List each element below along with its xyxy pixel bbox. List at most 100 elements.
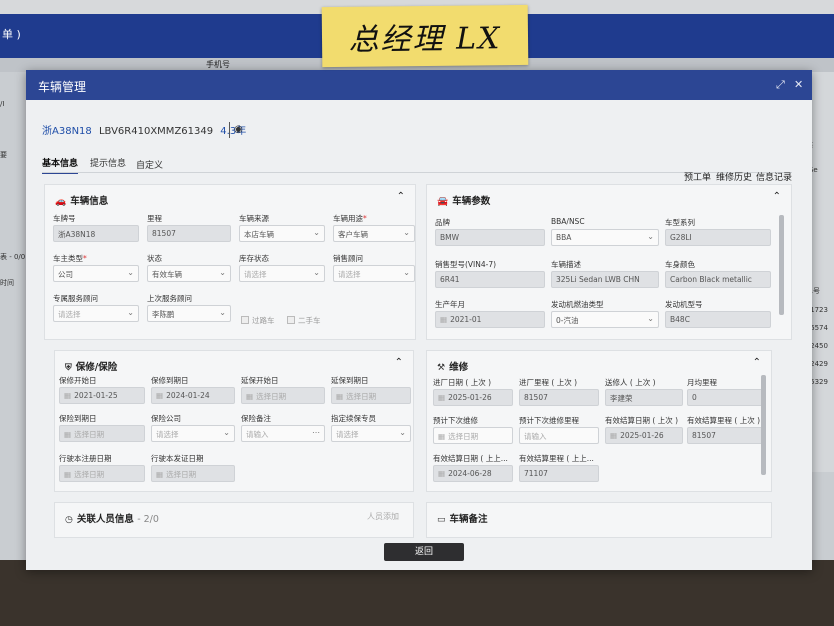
warranty-end-input[interactable]: ▦ 2024-01-24 (151, 387, 235, 404)
sales-model-input[interactable]: 6R41 (435, 271, 545, 288)
clock-icon: ◷ (65, 515, 73, 525)
calendar-icon: ▦ (438, 393, 446, 402)
chevron-down-icon: ⌄ (219, 268, 226, 277)
insurance-company-select[interactable]: 请选择 ⌄ (151, 425, 235, 442)
vehicle-usage-select[interactable]: 客户车辆 ⌄ (333, 225, 415, 242)
renewal-agent-select[interactable]: 请选择 ⌄ (331, 425, 411, 442)
vehicle-info-panel: 🚗 车辆信息 ⌃ 车牌号 浙A38N18 里程 81507 车辆来源 本店车辆 ⌄ … (44, 184, 416, 340)
engine-model-input[interactable]: B48C (665, 311, 771, 328)
ext-warranty-start-input[interactable]: ▦ 选择日期 (241, 387, 325, 404)
model-series-input[interactable]: G28LI (665, 229, 771, 246)
scrollbar[interactable] (761, 375, 766, 475)
repair-history-link[interactable]: 维修历史 (716, 170, 752, 183)
calendar-icon: ▦ (336, 392, 344, 401)
shield-icon: ⛨ (65, 363, 72, 373)
background-left-label: /I (0, 100, 5, 108)
related-persons-panel: ◷ 关联人员信息 - 2/0 人员添加 (54, 502, 414, 538)
chevron-down-icon: ⌄ (127, 308, 134, 317)
vehicle-description-input[interactable]: 325Li Sedan LWB CHN (551, 271, 659, 288)
close-icon[interactable]: ✕ (794, 78, 803, 91)
chevron-down-icon: ⌄ (647, 314, 654, 323)
vehicle-summary: 浙A38N18 LBV6R410XMMZ61349 4.3年 (42, 122, 246, 137)
collapse-icon[interactable]: ⌃ (395, 357, 403, 368)
tab-divider (42, 172, 792, 173)
collapse-icon[interactable]: ⌃ (753, 357, 761, 368)
last-entry-mileage-input[interactable]: 81507 (519, 389, 599, 406)
monthly-mileage-input[interactable]: 0 (687, 389, 765, 406)
vehicle-remark-heading: ▭ 车辆备注 (437, 514, 488, 525)
vehicle-management-dialog: 车辆管理 ⤢ ✕ 浙A38N18 LBV6R410XMMZ61349 4.3年 … (26, 70, 812, 570)
last-sender-input[interactable]: 李建荣 (605, 389, 683, 406)
last-settlement-mileage-input[interactable]: 81507 (687, 427, 765, 444)
transit-vehicle-checkbox[interactable]: 过路车 (241, 315, 275, 326)
used-car-checkbox[interactable]: 二手车 (287, 315, 321, 326)
chevron-down-icon: ⌄ (647, 232, 654, 241)
add-person-button[interactable]: 人员添加 (367, 511, 399, 522)
last-settlement-date-input[interactable]: ▦ 2025-01-26 (605, 427, 683, 444)
calendar-icon: ▦ (440, 315, 448, 324)
scrollbar[interactable] (779, 215, 784, 315)
dialog-title: 车辆管理 (38, 80, 87, 94)
owner-type-select[interactable]: 公司 ⌄ (53, 265, 139, 282)
eye-icon[interactable]: ◉ (234, 124, 243, 135)
status-select[interactable]: 有效车辆 ⌄ (147, 265, 231, 282)
comment-icon: ▭ (437, 515, 446, 525)
car-front-icon: 🚘 (437, 197, 449, 207)
background-left-label: 表 - 0/0 (0, 253, 26, 261)
production-date-input[interactable]: ▦ 2021-01 (435, 311, 545, 328)
mileage-input[interactable]: 81507 (147, 225, 231, 242)
prev-settlement-date-input[interactable]: ▦ 2024-06-28 (433, 465, 513, 482)
car-icon: 🚗 (55, 197, 67, 207)
return-button[interactable]: 返回 (384, 543, 464, 561)
vehicle-params-heading: 🚘 车辆参数 (437, 196, 491, 207)
maximize-icon[interactable]: ⤢ (776, 78, 785, 92)
pre-workorder-link[interactable]: 预工单 (684, 170, 711, 183)
last-entry-date-input[interactable]: ▦ 2025-01-26 (433, 389, 513, 406)
vehicle-info-heading: 🚗 车辆信息 (55, 196, 109, 207)
collapse-icon[interactable]: ⌃ (773, 191, 781, 202)
vehicle-params-panel: 🚘 车辆参数 ⌃ 品牌 BMW BBA/NSC BBA ⌄ 车型系列 G28LI 销… (426, 184, 792, 340)
calendar-icon: ▦ (64, 430, 72, 439)
chevron-down-icon: ⌄ (403, 268, 410, 277)
bba-nsc-select[interactable]: BBA ⌄ (551, 229, 659, 246)
calendar-icon: ▦ (246, 392, 254, 401)
insurance-end-input[interactable]: ▦ 选择日期 (59, 425, 145, 442)
related-persons-heading: ◷ 关联人员信息 - 2/0 (65, 514, 159, 525)
chevron-down-icon: ⌄ (313, 268, 320, 277)
collapse-icon[interactable]: ⌃ (397, 191, 405, 202)
calendar-icon: ▦ (64, 391, 72, 400)
tab-reminder-info[interactable]: 提示信息 (90, 156, 126, 172)
vehicle-source-select[interactable]: 本店车辆 ⌄ (239, 225, 325, 242)
sales-advisor-select[interactable]: 请选择 ⌄ (333, 265, 415, 282)
phone-column-header: 手机号 (206, 60, 230, 69)
repair-heading: ⚒ 维修 (437, 362, 469, 373)
last-advisor-select[interactable]: 李陈鹏 ⌄ (147, 305, 231, 322)
chevron-down-icon: ⌄ (219, 308, 226, 317)
warranty-heading: ⛨ 保修/保险 (65, 362, 118, 373)
warranty-panel: ⛨ 保修/保险 ⌃ 保修开始日 ▦ 2021-01-25 保修到期日 ▦ 2024-0… (54, 350, 414, 492)
calendar-icon: ▦ (610, 431, 618, 440)
license-issue-date-input[interactable]: ▦ 选择日期 (151, 465, 235, 482)
next-repair-mileage-input[interactable]: 请输入 (519, 427, 599, 444)
fuel-type-select[interactable]: 0-汽油 ⌄ (551, 311, 659, 328)
ext-warranty-end-input[interactable]: ▦ 选择日期 (331, 387, 411, 404)
prev-settlement-mileage-input[interactable]: 71107 (519, 465, 599, 482)
more-icon: ⋯ (312, 428, 320, 437)
plate-input[interactable]: 浙A38N18 (53, 225, 139, 242)
stock-status-select[interactable]: 请选择 ⌄ (239, 265, 325, 282)
next-repair-input[interactable]: ▦ 选择日期 (433, 427, 513, 444)
calendar-icon: ▦ (156, 470, 164, 479)
exclusive-advisor-select[interactable]: 请选择 ⌄ (53, 305, 139, 322)
divider (229, 122, 230, 138)
body-color-input[interactable]: Carbon Black metallic (665, 271, 771, 288)
chevron-down-icon: ⌄ (223, 428, 230, 437)
info-record-link[interactable]: 信息记录 (756, 170, 792, 183)
warranty-start-input[interactable]: ▦ 2021-01-25 (59, 387, 145, 404)
insurance-note-input[interactable]: 请输入 ⋯ (241, 425, 325, 442)
background-left-label: 要 (0, 151, 7, 159)
chevron-down-icon: ⌄ (399, 428, 406, 437)
brand-input[interactable]: BMW (435, 229, 545, 246)
calendar-icon: ▦ (64, 470, 72, 479)
license-register-date-input[interactable]: ▦ 选择日期 (59, 465, 145, 482)
calendar-icon: ▦ (438, 469, 446, 478)
